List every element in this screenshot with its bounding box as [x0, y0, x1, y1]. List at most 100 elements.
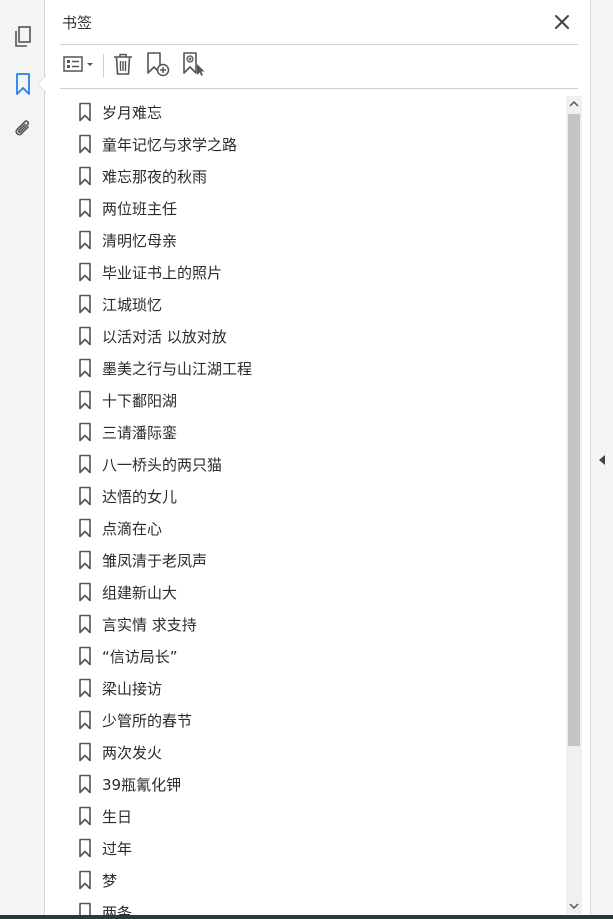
rail-selection-pointer — [38, 76, 46, 92]
bookmark-icon — [78, 358, 92, 378]
bookmark-label: 岁月难忘 — [102, 103, 163, 122]
bookmark-label: 难忘那夜的秋雨 — [102, 167, 208, 186]
bookmark-list: 岁月难忘童年记忆与求学之路 难忘那夜的秋雨 两位班主任清明忆母亲毕业证书上的照片 江城… — [60, 96, 566, 919]
bookmark-item[interactable]: 两位班主任 — [60, 192, 560, 224]
bookmark-icon — [78, 710, 92, 730]
bookmark-label: 两位班主任 — [102, 199, 178, 218]
bookmark-icon — [78, 838, 92, 858]
bookmark-icon — [78, 518, 92, 538]
bookmark-icon — [78, 550, 92, 570]
bookmark-item[interactable]: 童年记忆与求学之路 — [60, 128, 560, 160]
bookmark-item[interactable]: 过年 — [60, 832, 560, 864]
new-bookmark-icon — [145, 51, 171, 81]
collapse-panel-arrow-icon[interactable] — [597, 453, 607, 467]
bookmark-label: 梦 — [102, 871, 118, 890]
bookmark-item[interactable]: 难忘那夜的秋雨 — [60, 160, 560, 192]
bookmark-item[interactable]: 少管所的春节 — [60, 704, 560, 736]
bookmark-item[interactable]: 达悟的女儿 — [60, 480, 560, 512]
close-icon[interactable] — [552, 12, 572, 32]
title-divider — [60, 44, 578, 45]
scroll-up-arrow[interactable] — [566, 96, 582, 112]
bookmark-item[interactable]: 雏凤清于老凤声 — [60, 544, 560, 576]
bookmark-icon — [78, 230, 92, 250]
bookmark-icon — [78, 166, 92, 186]
bookmark-icon — [78, 614, 92, 634]
bookmark-icon — [78, 454, 92, 474]
bookmark-label: 雏凤清于老凤声 — [102, 551, 208, 570]
bookmarks-panel: 书签 岁月难忘 童年记忆与求学之路 难忘那夜的秋雨 两位班主任 清明忆母亲 毕业… — [46, 0, 590, 919]
delete-bookmark-button[interactable] — [110, 52, 136, 80]
bookmark-item[interactable]: 江城琐忆 — [60, 288, 560, 320]
bookmark-item[interactable]: 生日 — [60, 800, 560, 832]
bookmark-list-scrollbar[interactable] — [566, 96, 582, 914]
bookmark-item[interactable]: 三请潘际銮 — [60, 416, 560, 448]
bookmark-icon — [78, 646, 92, 666]
bookmark-icon — [78, 774, 92, 794]
bookmark-icon — [78, 870, 92, 890]
bookmark-icon — [78, 326, 92, 346]
bookmark-icon — [78, 390, 92, 410]
bookmark-label: 江城琐忆 — [102, 295, 163, 314]
bookmark-label: 梁山接访 — [102, 679, 163, 698]
delete-icon — [112, 52, 134, 80]
panel-title: 书签 — [62, 14, 93, 32]
bookmark-label: 毕业证书上的照片 — [102, 263, 223, 282]
bookmark-label: 言实情 求支持 — [102, 615, 197, 634]
bookmark-item[interactable]: 两次发火 — [60, 736, 560, 768]
new-bookmark-button[interactable] — [144, 52, 172, 80]
bookmark-item[interactable]: 梁山接访 — [60, 672, 560, 704]
bookmark-label: 八一桥头的两只猫 — [102, 455, 223, 474]
toolbar-divider — [60, 88, 578, 89]
bookmark-icon — [78, 102, 92, 122]
bookmark-item[interactable]: “信访局长” — [60, 640, 560, 672]
bookmark-icon — [78, 294, 92, 314]
bookmark-item[interactable]: 组建新山大 — [60, 576, 560, 608]
bookmark-item[interactable]: 言实情 求支持 — [60, 608, 560, 640]
bookmark-label: 清明忆母亲 — [102, 231, 178, 250]
bookmark-item[interactable]: 39瓶氰化钾 — [60, 768, 560, 800]
navigation-rail — [0, 0, 45, 919]
bookmark-icon — [78, 742, 92, 762]
bookmark-label: 十下鄱阳湖 — [102, 391, 178, 410]
bookmark-label: 少管所的春节 — [102, 711, 193, 730]
bookmark-icon — [78, 582, 92, 602]
options-menu-icon — [62, 54, 96, 78]
bookmark-icon — [78, 198, 92, 218]
bookmark-icon — [78, 486, 92, 506]
new-bookmark-from-structure-button[interactable] — [180, 52, 208, 80]
bookmark-label: 点滴在心 — [102, 519, 163, 538]
scroll-down-arrow[interactable] — [566, 898, 582, 914]
bookmark-label: 39瓶氰化钾 — [102, 775, 182, 794]
window-bottom-edge — [0, 915, 613, 919]
bookmark-label: 达悟的女儿 — [102, 487, 178, 506]
bookmark-icon — [78, 678, 92, 698]
bookmark-item[interactable]: 岁月难忘 — [60, 96, 560, 128]
bookmark-item[interactable]: 墨美之行与山江湖工程 — [60, 352, 560, 384]
bookmark-label: 三请潘际銮 — [102, 423, 178, 442]
bookmark-label: 过年 — [102, 839, 133, 858]
bookmark-label: 以活对活 以放对放 — [102, 327, 227, 346]
bookmark-item[interactable]: 清明忆母亲 — [60, 224, 560, 256]
bookmark-item[interactable]: 梦 — [60, 864, 560, 896]
toolbar-separator — [103, 54, 104, 78]
bookmark-label: 生日 — [102, 807, 133, 826]
panel-splitter[interactable] — [590, 0, 613, 919]
bookmark-label: 组建新山大 — [102, 583, 178, 602]
bookmark-item[interactable]: 八一桥头的两只猫 — [60, 448, 560, 480]
bookmark-item[interactable]: 十下鄱阳湖 — [60, 384, 560, 416]
bookmark-label: 墨美之行与山江湖工程 — [102, 359, 253, 378]
attachment-icon[interactable] — [10, 117, 36, 143]
bookmark-icon[interactable] — [10, 71, 36, 97]
bookmark-icon — [78, 806, 92, 826]
bookmark-item[interactable]: 点滴在心 — [60, 512, 560, 544]
pages-icon[interactable] — [10, 24, 36, 50]
bookmark-item[interactable]: 以活对活 以放对放 — [60, 320, 560, 352]
options-menu-button[interactable] — [60, 52, 98, 80]
scrollbar-thumb[interactable] — [568, 114, 580, 746]
bookmark-label: 两次发火 — [102, 743, 163, 762]
bookmark-icon — [78, 422, 92, 442]
bookmark-item[interactable]: 毕业证书上的照片 — [60, 256, 560, 288]
bookmarks-toolbar — [60, 52, 578, 80]
bookmark-label: 童年记忆与求学之路 — [102, 135, 238, 154]
bookmark-icon — [78, 262, 92, 282]
